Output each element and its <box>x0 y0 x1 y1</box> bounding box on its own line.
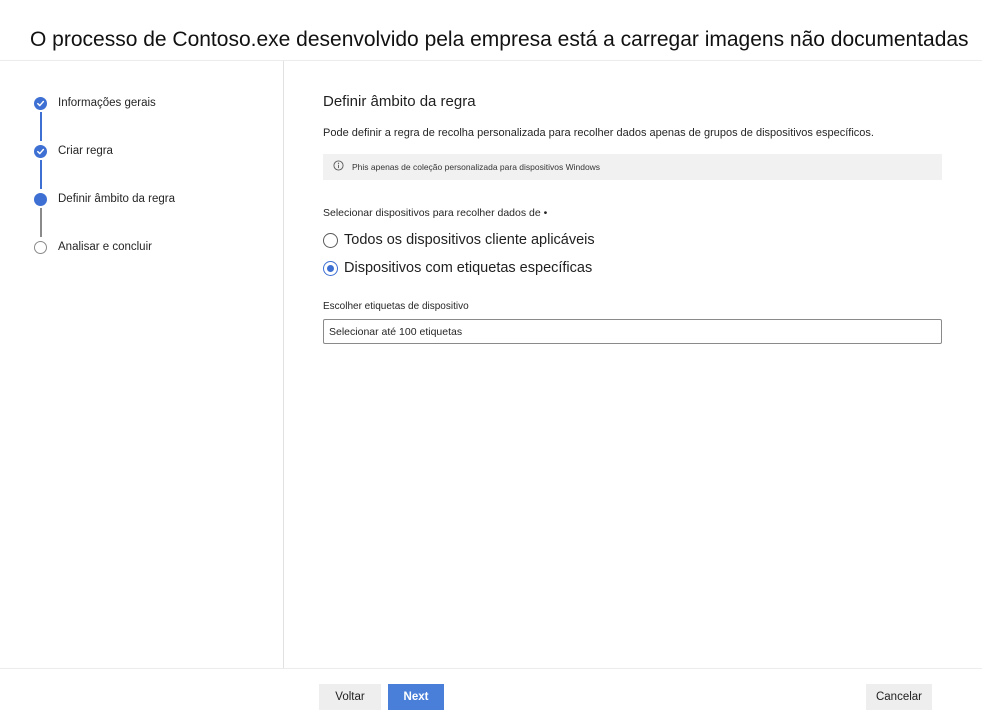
checkmark-icon <box>34 144 47 158</box>
device-tags-label: Escolher etiquetas de dispositivo <box>323 301 469 312</box>
radio-button[interactable] <box>323 232 338 248</box>
next-button[interactable]: Next <box>388 684 444 710</box>
radio-all-devices[interactable]: Todos os dispositivos cliente aplicáveis <box>323 231 595 249</box>
wizard-step-general-info[interactable]: Informações gerais <box>34 95 156 111</box>
current-step-icon <box>34 192 47 206</box>
device-tags-input[interactable] <box>323 319 942 344</box>
footer-divider <box>0 668 982 669</box>
pending-step-icon <box>34 240 47 254</box>
step-connector <box>40 208 42 237</box>
wizard-step-label: Analisar e concluir <box>58 241 152 253</box>
radio-button[interactable] <box>323 260 338 276</box>
wizard-page: O processo de Contoso.exe desenvolvido p… <box>0 0 982 720</box>
section-description: Pode definir a regra de recolha personal… <box>323 127 874 139</box>
page-title: O processo de Contoso.exe desenvolvido p… <box>30 28 969 51</box>
radio-label: Todos os dispositivos cliente aplicáveis <box>344 232 595 248</box>
step-connector <box>40 112 42 141</box>
radio-tagged-devices[interactable]: Dispositivos com etiquetas específicas <box>323 259 592 277</box>
wizard-step-define-scope[interactable]: Definir âmbito da regra <box>34 191 175 207</box>
wizard-step-review-finish[interactable]: Analisar e concluir <box>34 239 152 255</box>
wizard-steps: Informações gerais Criar regra Definir â… <box>0 61 284 668</box>
cancel-button[interactable]: Cancelar <box>866 684 932 710</box>
wizard-step-label: Definir âmbito da regra <box>58 193 175 205</box>
device-selection-label: Selecionar dispositivos para recolher da… <box>323 207 548 219</box>
step-connector <box>40 160 42 189</box>
info-icon <box>333 158 344 176</box>
info-bar: Phis apenas de coleção personalizada par… <box>323 154 942 180</box>
info-text: Phis apenas de coleção personalizada par… <box>352 162 601 172</box>
wizard-step-label: Criar regra <box>58 145 113 157</box>
back-button[interactable]: Voltar <box>319 684 381 710</box>
wizard-step-create-rule[interactable]: Criar regra <box>34 143 113 159</box>
section-title: Definir âmbito da regra <box>323 93 476 110</box>
checkmark-icon <box>34 96 47 110</box>
wizard-step-label: Informações gerais <box>58 97 156 109</box>
radio-label: Dispositivos com etiquetas específicas <box>344 260 593 276</box>
